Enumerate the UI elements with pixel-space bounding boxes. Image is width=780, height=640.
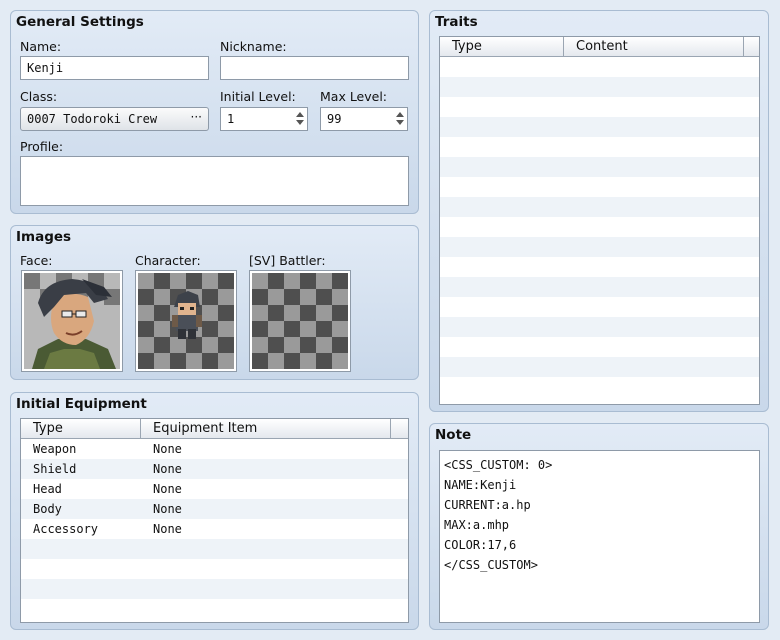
table-row-empty[interactable] <box>440 277 759 297</box>
character-image-box[interactable] <box>135 270 237 372</box>
spin-down-icon[interactable] <box>396 120 404 125</box>
equipment-item-cell: None <box>153 482 182 496</box>
table-row-empty[interactable] <box>440 117 759 137</box>
battler-transparent-background <box>252 273 348 369</box>
equipment-col-type[interactable]: Type <box>21 419 141 438</box>
name-field[interactable]: Kenji <box>20 56 209 80</box>
table-row[interactable]: Head None <box>21 479 408 499</box>
traits-col-content[interactable]: Content <box>564 37 744 56</box>
table-row-empty[interactable] <box>440 297 759 317</box>
images-title: Images <box>16 229 72 245</box>
equipment-item-cell: None <box>153 442 182 456</box>
spin-up-icon[interactable] <box>396 112 404 117</box>
class-selector[interactable]: 0007 Todoroki Crew ··· <box>20 107 209 131</box>
table-row-empty[interactable] <box>21 579 408 599</box>
spin-arrows-icon[interactable] <box>395 109 405 127</box>
max-level-label: Max Level: <box>320 89 388 104</box>
table-row-empty[interactable] <box>440 57 759 77</box>
note-textarea[interactable]: <CSS_CUSTOM: 0> NAME:Kenji CURRENT:a.hp … <box>439 450 760 623</box>
table-row-empty[interactable] <box>440 157 759 177</box>
equipment-table[interactable]: Type Equipment Item Weapon None Shield Non… <box>20 418 409 623</box>
note-panel: Note <CSS_CUSTOM: 0> NAME:Kenji CURRENT:… <box>429 423 769 630</box>
character-label: Character: <box>135 253 201 268</box>
traits-table-header: Type Content <box>440 37 759 57</box>
table-row[interactable]: Body None <box>21 499 408 519</box>
table-row-empty[interactable] <box>440 257 759 277</box>
profile-field[interactable] <box>20 156 409 206</box>
table-row-empty[interactable] <box>21 559 408 579</box>
initial-level-spinbox[interactable]: 1 <box>220 107 308 131</box>
table-row-empty[interactable] <box>21 539 408 559</box>
table-row-empty[interactable] <box>440 217 759 237</box>
general-settings-panel: General Settings Name: Kenji Nickname: C… <box>10 10 419 214</box>
name-label: Name: <box>20 39 62 54</box>
equipment-item-cell: None <box>153 502 182 516</box>
class-browse-button[interactable]: ··· <box>191 109 202 125</box>
equipment-table-header: Type Equipment Item <box>21 419 408 439</box>
equipment-rows: Weapon None Shield None Head None Body None … <box>21 439 408 619</box>
table-row-empty[interactable] <box>440 97 759 117</box>
table-row[interactable]: Shield None <box>21 459 408 479</box>
table-row-empty[interactable] <box>440 337 759 357</box>
spin-down-icon[interactable] <box>296 120 304 125</box>
initial-equipment-title: Initial Equipment <box>16 396 147 412</box>
table-row-empty[interactable] <box>440 137 759 157</box>
table-row-empty[interactable] <box>440 357 759 377</box>
traits-panel: Traits Type Content <box>429 10 769 412</box>
equipment-col-item[interactable]: Equipment Item <box>141 419 391 438</box>
spin-up-icon[interactable] <box>296 112 304 117</box>
face-image-box[interactable] <box>21 270 123 372</box>
traits-table[interactable]: Type Content <box>439 36 760 405</box>
max-level-spinbox[interactable]: 99 <box>320 107 408 131</box>
class-value: 0007 Todoroki Crew <box>27 112 158 126</box>
equipment-type-cell: Body <box>33 502 62 516</box>
table-row-empty[interactable] <box>440 197 759 217</box>
table-row-empty[interactable] <box>440 377 759 397</box>
spin-arrows-icon[interactable] <box>295 109 305 127</box>
initial-level-label: Initial Level: <box>220 89 296 104</box>
traits-rows <box>440 57 759 397</box>
class-label: Class: <box>20 89 58 104</box>
equipment-type-cell: Head <box>33 482 62 496</box>
table-row-empty[interactable] <box>21 599 408 619</box>
character-sprite-image <box>172 291 202 339</box>
table-row[interactable]: Accessory None <box>21 519 408 539</box>
nickname-label: Nickname: <box>220 39 287 54</box>
battler-label: [SV] Battler: <box>249 253 326 268</box>
general-settings-title: General Settings <box>16 14 144 30</box>
equipment-item-cell: None <box>153 522 182 536</box>
initial-level-value: 1 <box>227 112 235 126</box>
nickname-field[interactable] <box>220 56 409 80</box>
equipment-type-cell: Accessory <box>33 522 99 536</box>
traits-col-type[interactable]: Type <box>440 37 564 56</box>
equipment-type-cell: Shield <box>33 462 77 476</box>
max-level-value: 99 <box>327 112 342 126</box>
table-row-empty[interactable] <box>440 77 759 97</box>
initial-equipment-panel: Initial Equipment Type Equipment Item We… <box>10 392 419 630</box>
equipment-type-cell: Weapon <box>33 442 77 456</box>
character-transparent-background <box>138 273 234 369</box>
battler-image-box[interactable] <box>249 270 351 372</box>
images-panel: Images Face: Character: [SV] Battler: <box>10 225 419 380</box>
face-portrait-image <box>24 273 120 369</box>
table-row-empty[interactable] <box>440 317 759 337</box>
table-row-empty[interactable] <box>440 177 759 197</box>
traits-title: Traits <box>435 14 478 30</box>
equipment-item-cell: None <box>153 462 182 476</box>
profile-label: Profile: <box>20 139 64 154</box>
note-title: Note <box>435 427 472 443</box>
table-row[interactable]: Weapon None <box>21 439 408 459</box>
table-row-empty[interactable] <box>440 237 759 257</box>
face-label: Face: <box>20 253 53 268</box>
